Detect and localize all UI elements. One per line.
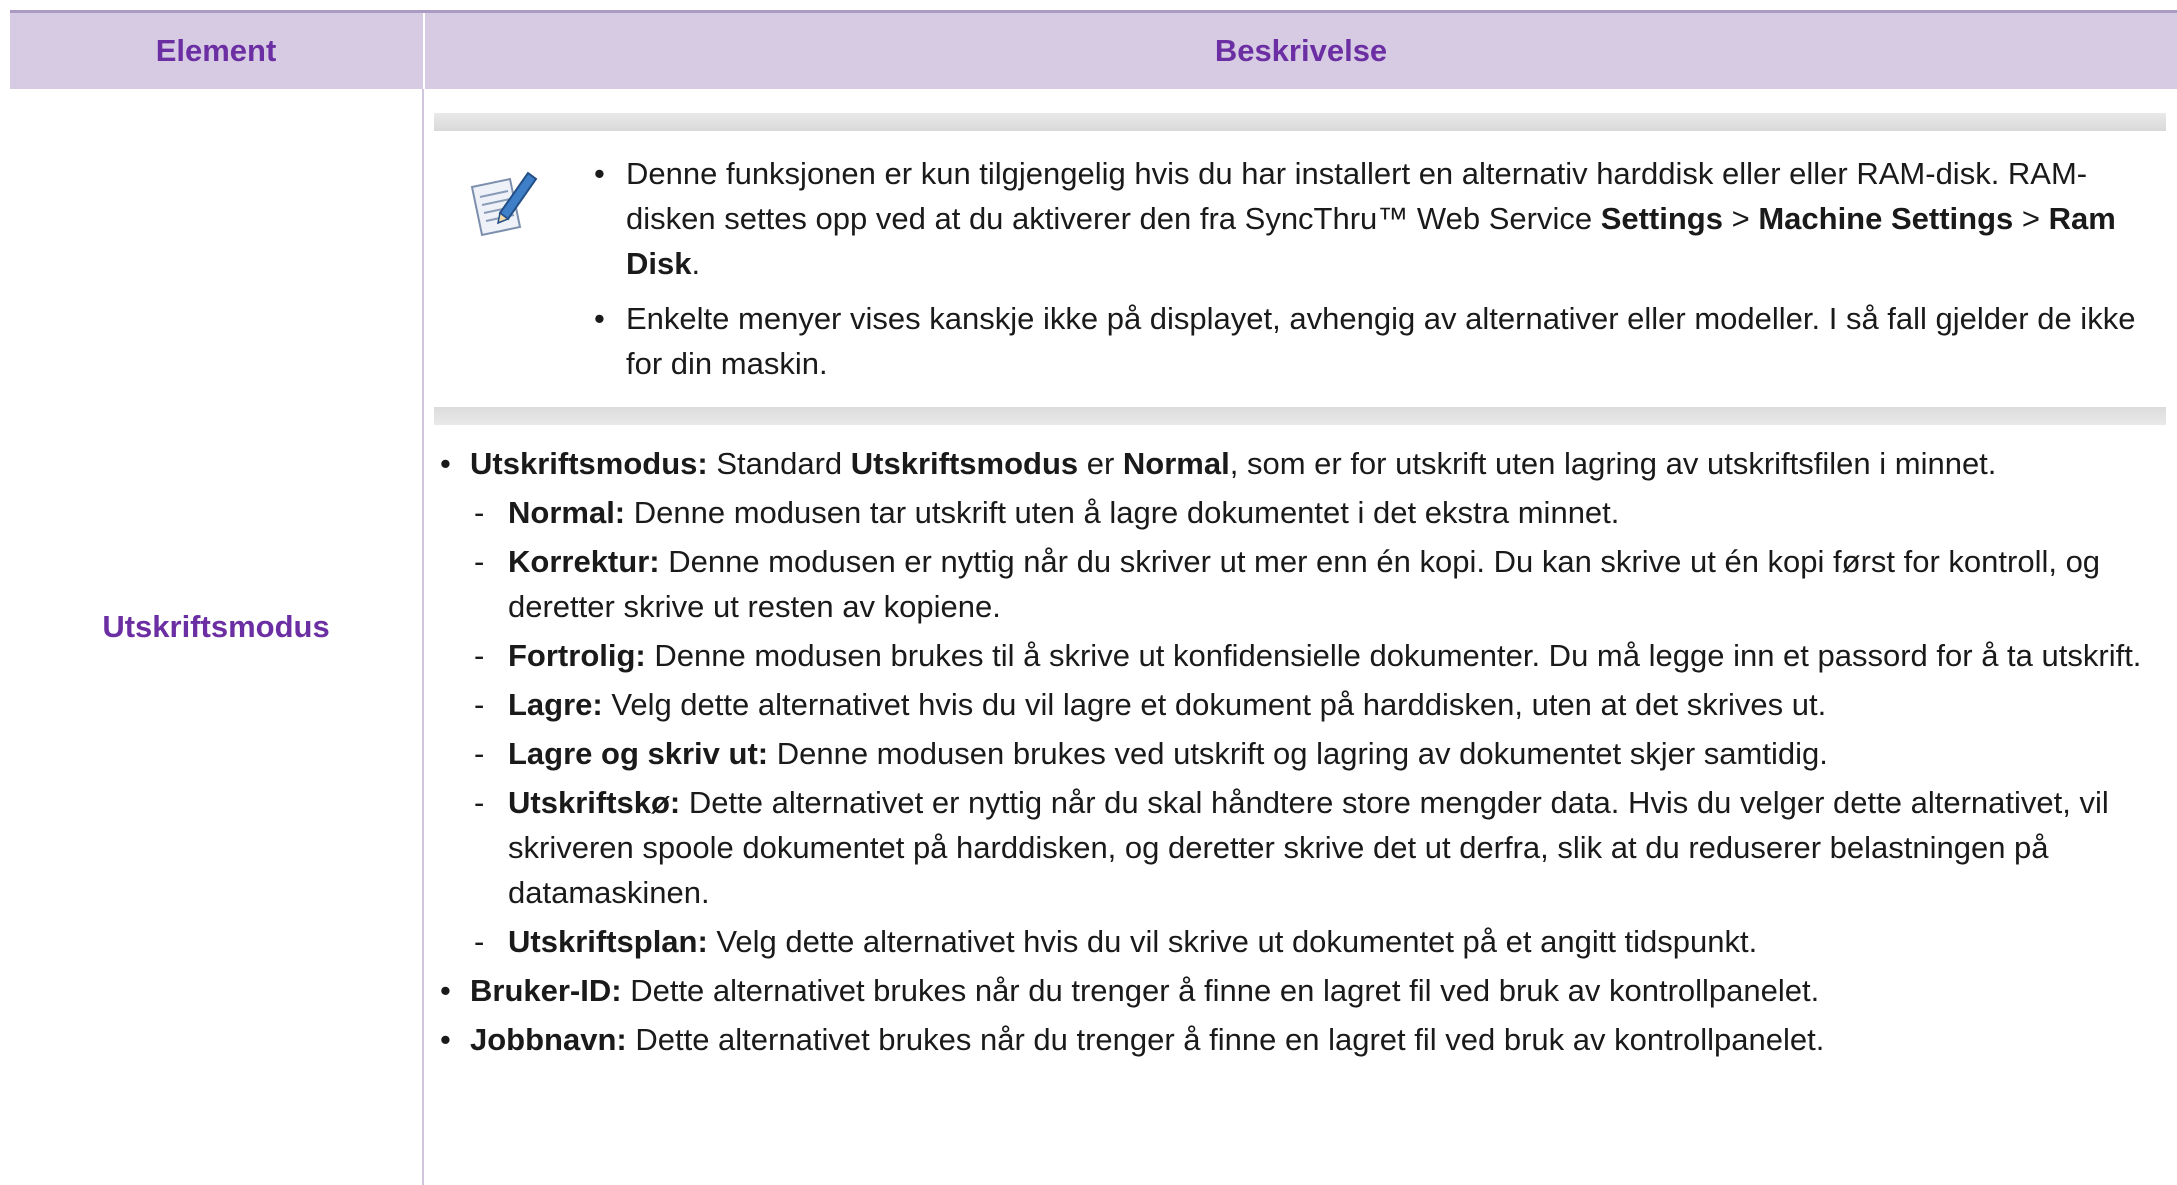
note-list: Denne funksjonen er kun tilgjengelig hvi… bbox=[594, 151, 2146, 396]
list-item: Bruker-ID: Dette alternativet brukes når… bbox=[434, 968, 2163, 1013]
note-pencil-icon bbox=[464, 165, 544, 245]
column-divider bbox=[422, 89, 424, 1185]
note-bottom-bar bbox=[434, 407, 2166, 425]
element-name: Utskriftsmodus bbox=[102, 609, 330, 644]
note-top-bar bbox=[434, 113, 2166, 131]
sub-list-item: Fortrolig: Denne modusen brukes til å sk… bbox=[434, 633, 2163, 678]
sub-list-item: Lagre og skriv ut: Denne modusen brukes … bbox=[434, 731, 2163, 776]
sub-list-item: Utskriftsplan: Velg dette alternativet h… bbox=[434, 919, 2163, 964]
header-element: Element bbox=[155, 33, 277, 68]
header-description: Beskrivelse bbox=[423, 13, 2177, 89]
sub-list-item: Utskriftskø: Dette alternativet er nytti… bbox=[434, 780, 2163, 915]
note-box: Denne funksjonen er kun tilgjengelig hvi… bbox=[434, 113, 2166, 425]
sub-list-item: Normal: Denne modusen tar utskrift uten … bbox=[434, 490, 2163, 535]
sub-list-item: Korrektur: Denne modusen er nyttig når d… bbox=[434, 539, 2163, 629]
table-header: Element Beskrivelse bbox=[10, 10, 2177, 89]
settings-table: Element Beskrivelse Utskriftsmodus Denne… bbox=[10, 10, 2177, 1185]
sub-list-item: Lagre: Velg dette alternativet hvis du v… bbox=[434, 682, 2163, 727]
table-row: Utskriftsmodus Denne funksjonen er kun t… bbox=[10, 89, 2177, 1185]
list-item: Jobbnavn: Dette alternativet brukes når … bbox=[434, 1017, 2163, 1062]
description-content: Utskriftsmodus: Standard Utskriftsmodus … bbox=[434, 441, 2163, 1066]
list-item: Utskriftsmodus: Standard Utskriftsmodus … bbox=[434, 441, 2163, 486]
note-item: Enkelte menyer vises kanskje ikke på dis… bbox=[594, 296, 2146, 386]
note-item: Denne funksjonen er kun tilgjengelig hvi… bbox=[594, 151, 2146, 286]
